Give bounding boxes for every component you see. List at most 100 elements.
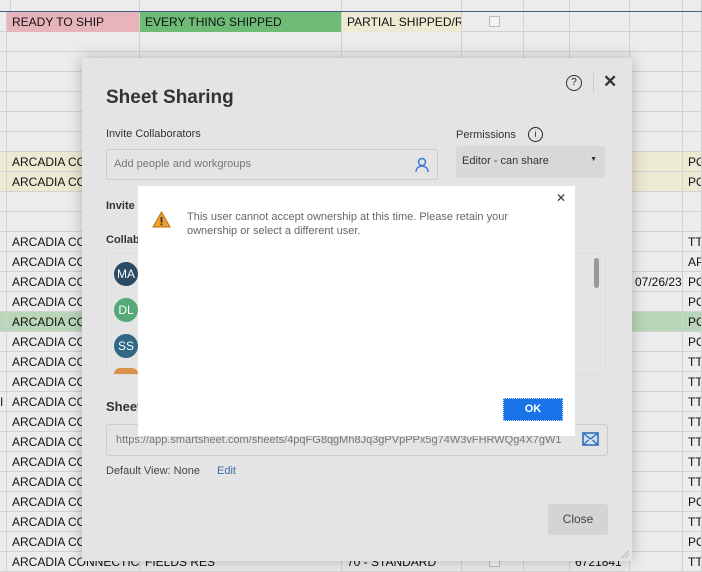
table-cell[interactable]: TT- bbox=[683, 392, 702, 412]
close-button[interactable]: Close bbox=[548, 504, 608, 535]
table-cell[interactable] bbox=[630, 172, 683, 192]
table-cell[interactable]: PO bbox=[683, 172, 702, 192]
table-cell[interactable] bbox=[630, 312, 683, 332]
table-cell[interactable] bbox=[630, 32, 683, 52]
table-cell[interactable] bbox=[630, 532, 683, 552]
avatar[interactable]: DL bbox=[114, 298, 138, 322]
table-cell[interactable] bbox=[630, 332, 683, 352]
table-cell[interactable] bbox=[630, 412, 683, 432]
invite-input[interactable]: Add people and workgroups bbox=[106, 149, 438, 180]
table-cell[interactable] bbox=[0, 72, 7, 92]
table-cell[interactable] bbox=[0, 492, 7, 512]
permissions-select[interactable]: Editor - can share ▼ bbox=[456, 146, 605, 178]
table-cell[interactable]: TT- bbox=[683, 352, 702, 372]
table-row[interactable] bbox=[0, 32, 702, 52]
table-cell[interactable]: PO bbox=[683, 152, 702, 172]
table-cell[interactable]: TT- bbox=[683, 412, 702, 432]
table-cell[interactable] bbox=[0, 452, 7, 472]
table-cell[interactable] bbox=[630, 392, 683, 412]
table-cell[interactable] bbox=[630, 352, 683, 372]
help-icon[interactable]: ? bbox=[566, 75, 582, 91]
table-cell[interactable] bbox=[0, 312, 7, 332]
alert-close-icon[interactable]: ✕ bbox=[556, 191, 566, 205]
close-icon[interactable]: ✕ bbox=[603, 72, 617, 92]
table-cell[interactable] bbox=[0, 32, 7, 52]
table-cell[interactable] bbox=[0, 212, 7, 232]
table-cell[interactable] bbox=[630, 552, 683, 572]
table-cell[interactable]: 07/26/23 bbox=[630, 272, 683, 292]
table-cell[interactable] bbox=[570, 32, 630, 52]
table-cell[interactable] bbox=[683, 32, 702, 52]
table-cell[interactable] bbox=[630, 252, 683, 272]
table-cell[interactable] bbox=[0, 172, 7, 192]
table-cell[interactable] bbox=[524, 12, 570, 32]
table-cell[interactable] bbox=[0, 192, 7, 212]
table-cell[interactable]: I bbox=[0, 392, 7, 412]
table-row[interactable]: READY TO SHIP EVERY THING SHIPPED PARTIAL … bbox=[0, 12, 702, 32]
email-icon[interactable] bbox=[582, 432, 599, 446]
table-cell[interactable]: TT- bbox=[683, 432, 702, 452]
table-cell[interactable] bbox=[630, 432, 683, 452]
table-cell[interactable] bbox=[462, 12, 524, 32]
table-cell[interactable] bbox=[0, 372, 7, 392]
table-cell[interactable] bbox=[0, 552, 7, 572]
table-cell[interactable] bbox=[630, 212, 683, 232]
table-cell[interactable]: PARTIAL SHIPPED/RE bbox=[342, 12, 462, 32]
table-cell[interactable]: PO bbox=[683, 292, 702, 312]
table-cell[interactable] bbox=[630, 132, 683, 152]
table-cell[interactable]: PO bbox=[683, 312, 702, 332]
table-cell[interactable]: TT- bbox=[683, 452, 702, 472]
table-cell[interactable] bbox=[342, 32, 462, 52]
table-cell[interactable]: PO bbox=[683, 532, 702, 552]
table-cell[interactable] bbox=[683, 212, 702, 232]
table-cell[interactable]: TT- bbox=[683, 512, 702, 532]
table-cell[interactable] bbox=[0, 112, 7, 132]
table-cell[interactable]: TT- bbox=[683, 552, 702, 572]
table-cell[interactable] bbox=[0, 152, 7, 172]
table-cell[interactable] bbox=[630, 112, 683, 132]
table-cell[interactable] bbox=[7, 32, 140, 52]
table-cell[interactable] bbox=[462, 32, 524, 52]
edit-link[interactable]: Edit bbox=[217, 465, 236, 477]
table-cell[interactable] bbox=[0, 432, 7, 452]
table-cell[interactable] bbox=[683, 92, 702, 112]
ok-button[interactable]: OK bbox=[503, 398, 563, 421]
table-cell[interactable] bbox=[630, 512, 683, 532]
table-cell[interactable] bbox=[0, 12, 7, 32]
table-cell[interactable] bbox=[630, 452, 683, 472]
table-cell[interactable] bbox=[0, 252, 7, 272]
avatar[interactable]: SS bbox=[114, 334, 138, 358]
table-cell[interactable] bbox=[0, 232, 7, 252]
table-cell[interactable] bbox=[630, 152, 683, 172]
table-cell[interactable] bbox=[630, 12, 683, 32]
table-cell[interactable] bbox=[0, 92, 7, 112]
avatar[interactable] bbox=[114, 368, 138, 374]
person-icon[interactable] bbox=[415, 157, 429, 173]
table-cell[interactable]: AP bbox=[683, 252, 702, 272]
table-cell[interactable] bbox=[630, 472, 683, 492]
table-cell[interactable] bbox=[683, 132, 702, 152]
table-cell[interactable] bbox=[683, 12, 702, 32]
table-cell[interactable] bbox=[630, 292, 683, 312]
table-cell[interactable] bbox=[0, 132, 7, 152]
table-cell[interactable] bbox=[524, 32, 570, 52]
checkbox[interactable] bbox=[489, 16, 500, 27]
table-cell[interactable] bbox=[0, 412, 7, 432]
scrollbar[interactable] bbox=[594, 258, 599, 288]
table-cell[interactable] bbox=[0, 532, 7, 552]
table-cell[interactable] bbox=[0, 512, 7, 532]
info-icon[interactable]: i bbox=[528, 127, 543, 142]
table-cell[interactable] bbox=[0, 332, 7, 352]
table-cell[interactable] bbox=[683, 112, 702, 132]
table-cell[interactable] bbox=[0, 292, 7, 312]
resize-handle[interactable] bbox=[620, 549, 629, 558]
table-cell[interactable] bbox=[630, 92, 683, 112]
table-cell[interactable]: PO bbox=[683, 492, 702, 512]
table-cell[interactable] bbox=[0, 52, 7, 72]
table-cell[interactable] bbox=[683, 72, 702, 92]
table-cell[interactable] bbox=[630, 72, 683, 92]
table-cell[interactable] bbox=[630, 192, 683, 212]
table-cell[interactable] bbox=[0, 272, 7, 292]
table-cell[interactable]: READY TO SHIP bbox=[7, 12, 140, 32]
table-cell[interactable] bbox=[630, 52, 683, 72]
